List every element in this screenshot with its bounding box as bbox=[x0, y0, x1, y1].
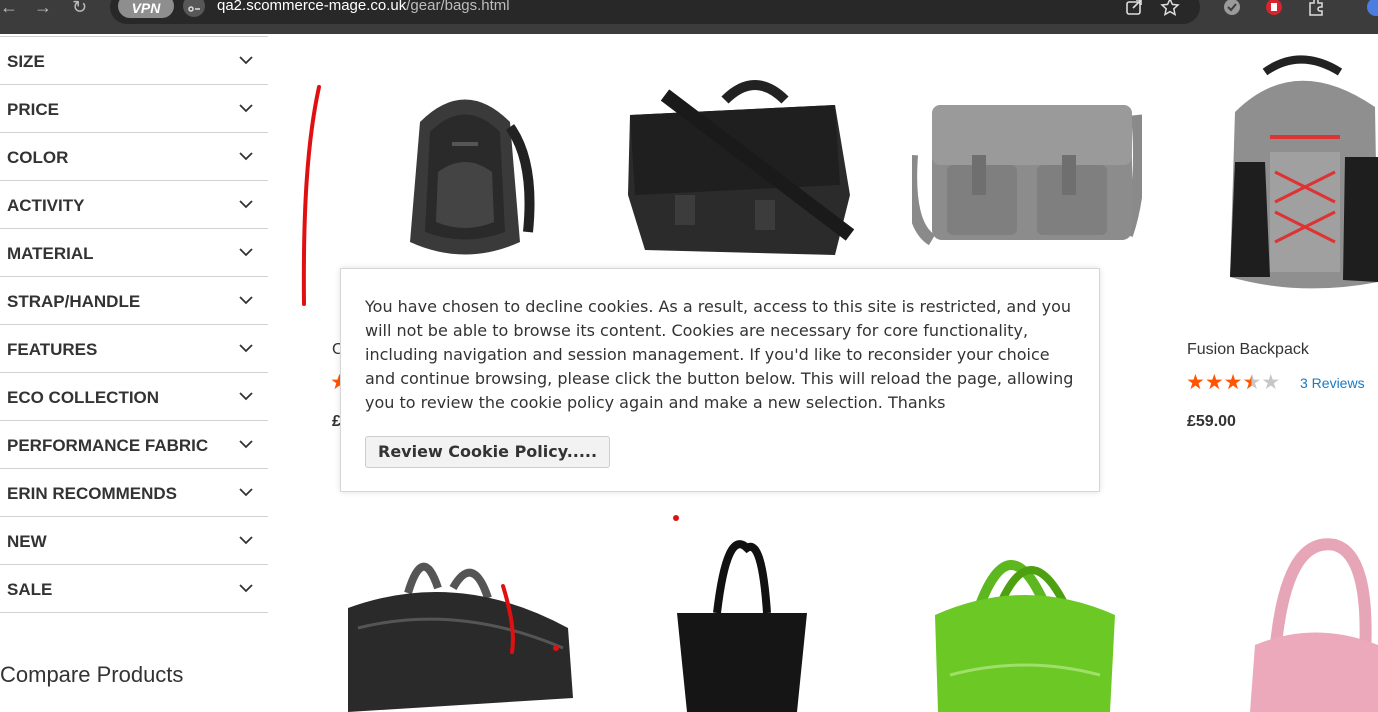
filter-label: PERFORMANCE FABRIC bbox=[7, 436, 209, 455]
filter-new[interactable]: NEW bbox=[0, 517, 268, 565]
product-image-duffle-bag[interactable] bbox=[338, 548, 578, 712]
filter-label: PRICE bbox=[7, 100, 59, 119]
browser-toolbar: ← → ↻ VPN qa2.scommerce-mage.co.uk/gear/… bbox=[0, 0, 1378, 34]
url-host: qa2.scommerce-mage.co.uk bbox=[217, 0, 407, 14]
filter-label: ECO COLLECTION bbox=[7, 388, 160, 407]
chevron-down-icon[interactable] bbox=[238, 150, 254, 162]
chevron-down-icon[interactable] bbox=[238, 198, 254, 210]
red-annotation-dot bbox=[673, 515, 679, 521]
filter-strap-handle[interactable]: STRAP/HANDLE bbox=[0, 277, 268, 325]
product-name-fusion-backpack[interactable]: Fusion Backpack bbox=[1187, 341, 1309, 359]
chevron-down-icon[interactable] bbox=[238, 390, 254, 402]
filter-eco-collection[interactable]: ECO COLLECTION bbox=[0, 373, 268, 421]
rating-star: ★ bbox=[1186, 371, 1205, 394]
filter-material[interactable]: MATERIAL bbox=[0, 229, 268, 277]
product-image-fusion-backpack[interactable] bbox=[1225, 52, 1378, 292]
filter-sale[interactable]: SALE bbox=[0, 565, 268, 613]
bookmark-star-icon[interactable] bbox=[1160, 0, 1180, 17]
red-annotation-stroke bbox=[301, 85, 321, 306]
layered-navigation: SIZE PRICE COLOR ACTIVITY MATERIAL STRAP/HAND… bbox=[0, 36, 268, 613]
filter-label: SALE bbox=[7, 580, 53, 599]
product-image-grey-satchel[interactable] bbox=[912, 95, 1142, 250]
chevron-down-icon[interactable] bbox=[238, 438, 254, 450]
filter-label: FEATURES bbox=[7, 340, 98, 359]
product-price-fusion-backpack: £59.00 bbox=[1187, 413, 1236, 430]
url-text[interactable]: qa2.scommerce-mage.co.uk/gear/bags.html bbox=[217, 0, 510, 14]
filter-label: ACTIVITY bbox=[7, 196, 85, 215]
share-icon[interactable] bbox=[1124, 0, 1144, 17]
chevron-down-icon[interactable] bbox=[238, 102, 254, 114]
rating-star: ★ bbox=[1223, 371, 1243, 394]
extension-shield-icon[interactable] bbox=[1222, 0, 1242, 17]
product-rating-stars: ★★★★★ bbox=[1186, 370, 1280, 395]
profile-avatar-icon[interactable] bbox=[1366, 0, 1378, 17]
chevron-down-icon[interactable] bbox=[238, 582, 254, 594]
vpn-badge[interactable]: VPN bbox=[118, 0, 174, 18]
chevron-down-icon[interactable] bbox=[238, 294, 254, 306]
review-cookie-policy-button[interactable]: Review Cookie Policy..... bbox=[365, 436, 611, 468]
chevron-down-icon[interactable] bbox=[238, 486, 254, 498]
extension-red-icon[interactable] bbox=[1264, 0, 1284, 17]
url-path: /gear/bags.html bbox=[406, 0, 510, 14]
filter-activity[interactable]: ACTIVITY bbox=[0, 181, 268, 229]
product-image-green-bag[interactable] bbox=[930, 535, 1120, 712]
chevron-down-icon[interactable] bbox=[238, 54, 254, 66]
back-icon[interactable]: ← bbox=[0, 0, 18, 18]
filter-label: SIZE bbox=[7, 52, 45, 71]
product-reviews-link[interactable]: 3 Reviews bbox=[1300, 375, 1365, 391]
product-image-messenger-bag[interactable] bbox=[625, 75, 860, 270]
product-image-pink-bag[interactable] bbox=[1245, 535, 1378, 712]
extensions-puzzle-icon[interactable] bbox=[1306, 0, 1326, 17]
rating-star: ★ bbox=[1242, 371, 1262, 394]
filter-features[interactable]: FEATURES bbox=[0, 325, 268, 373]
chevron-down-icon[interactable] bbox=[238, 342, 254, 354]
filter-erin-recommends[interactable]: ERIN RECOMMENDS bbox=[0, 469, 268, 517]
filter-size[interactable]: SIZE bbox=[0, 36, 268, 85]
rating-star: ★ bbox=[1261, 371, 1281, 394]
compare-products-title: Compare Products bbox=[0, 662, 184, 687]
chevron-down-icon[interactable] bbox=[238, 246, 254, 258]
cookie-restriction-modal: You have chosen to decline cookies. As a… bbox=[340, 268, 1100, 492]
product-image-tote-bag[interactable] bbox=[672, 538, 812, 712]
chevron-down-icon[interactable] bbox=[238, 534, 254, 546]
reload-icon[interactable]: ↻ bbox=[72, 0, 87, 18]
rating-star: ★ bbox=[1204, 371, 1224, 394]
site-settings-icon[interactable] bbox=[183, 0, 205, 17]
filter-color[interactable]: COLOR bbox=[0, 133, 268, 181]
forward-icon[interactable]: → bbox=[34, 0, 52, 18]
cookie-message: You have chosen to decline cookies. As a… bbox=[365, 297, 1074, 412]
filter-label: NEW bbox=[7, 532, 47, 551]
filter-label: ERIN RECOMMENDS bbox=[7, 484, 178, 503]
product-image-backpack-1[interactable] bbox=[390, 82, 540, 262]
filter-label: COLOR bbox=[7, 148, 69, 167]
filter-price[interactable]: PRICE bbox=[0, 85, 268, 133]
filter-label: STRAP/HANDLE bbox=[7, 292, 141, 311]
filter-performance-fabric[interactable]: PERFORMANCE FABRIC bbox=[0, 421, 268, 469]
filter-label: MATERIAL bbox=[7, 244, 94, 263]
